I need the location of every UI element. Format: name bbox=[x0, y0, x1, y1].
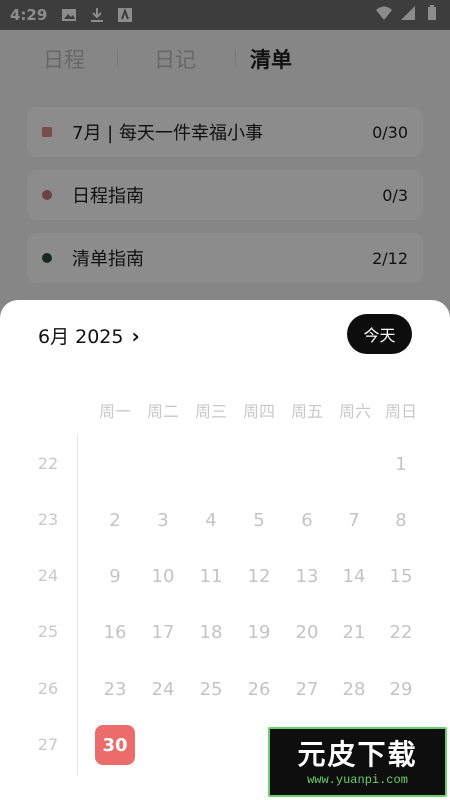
watermark-text: 元皮下载 bbox=[297, 738, 418, 771]
day-cell[interactable]: 25 bbox=[191, 669, 231, 709]
day-cell[interactable]: 2 bbox=[95, 500, 135, 540]
day-cell[interactable]: 11 bbox=[191, 556, 231, 596]
day-cell[interactable]: 4 bbox=[191, 500, 231, 540]
day-cell[interactable]: 28 bbox=[334, 669, 374, 709]
day-cell[interactable]: 6 bbox=[287, 500, 327, 540]
day-cell[interactable]: 22 bbox=[381, 612, 421, 652]
day-cell[interactable]: 21 bbox=[334, 612, 374, 652]
weekday-label: 周五 bbox=[290, 402, 323, 421]
week-number: 26 bbox=[37, 679, 59, 698]
day-cell[interactable]: 1 bbox=[381, 444, 421, 484]
month-selector[interactable]: 6月 2025 › bbox=[38, 322, 140, 349]
day-cell[interactable]: 23 bbox=[95, 669, 135, 709]
week-number: 24 bbox=[37, 566, 59, 585]
week-number: 23 bbox=[37, 510, 59, 529]
week-number: 22 bbox=[37, 454, 59, 473]
chevron-right-icon: › bbox=[131, 323, 140, 348]
day-cell[interactable]: 12 bbox=[239, 556, 279, 596]
day-cell[interactable]: 10 bbox=[143, 556, 183, 596]
weekday-label: 周一 bbox=[98, 402, 131, 421]
day-cell[interactable]: 15 bbox=[381, 556, 421, 596]
day-cell[interactable]: 16 bbox=[95, 612, 135, 652]
day-cell[interactable]: 9 bbox=[95, 556, 135, 596]
day-cell[interactable]: 20 bbox=[287, 612, 327, 652]
day-cell[interactable]: 19 bbox=[239, 612, 279, 652]
day-cell[interactable]: 14 bbox=[334, 556, 374, 596]
watermark-logo: 元皮下载 www.yuanpi.com bbox=[268, 727, 447, 797]
day-cell[interactable]: 5 bbox=[239, 500, 279, 540]
weekday-label: 周三 bbox=[194, 402, 227, 421]
day-cell[interactable]: 24 bbox=[143, 669, 183, 709]
day-cell[interactable]: 18 bbox=[191, 612, 231, 652]
weekday-label: 周六 bbox=[338, 402, 371, 421]
weekday-label: 周四 bbox=[242, 402, 275, 421]
day-cell[interactable]: 7 bbox=[334, 500, 374, 540]
month-label: 6月 2025 bbox=[38, 326, 124, 348]
calendar-bottom-sheet: 6月 2025 › 今天 周一 周二 周三 周四 周五 周六 周日 22 1 23 2… bbox=[0, 300, 450, 800]
week-number: 27 bbox=[37, 735, 59, 754]
today-button[interactable]: 今天 bbox=[347, 314, 412, 354]
day-cell[interactable]: 29 bbox=[381, 669, 421, 709]
day-cell[interactable]: 13 bbox=[287, 556, 327, 596]
weekday-label: 周二 bbox=[146, 402, 179, 421]
week-number-divider bbox=[77, 435, 78, 775]
day-cell[interactable]: 26 bbox=[239, 669, 279, 709]
selected-day-cell[interactable]: 30 bbox=[95, 725, 135, 765]
day-cell[interactable]: 17 bbox=[143, 612, 183, 652]
day-cell[interactable]: 27 bbox=[287, 669, 327, 709]
weekday-label: 周日 bbox=[384, 402, 417, 421]
week-number: 25 bbox=[37, 622, 59, 641]
weekday-header: 周一 周二 周三 周四 周五 周六 周日 bbox=[92, 398, 422, 421]
day-cell[interactable]: 3 bbox=[143, 500, 183, 540]
watermark-url: www.yuanpi.com bbox=[307, 773, 408, 787]
day-cell[interactable]: 8 bbox=[381, 500, 421, 540]
